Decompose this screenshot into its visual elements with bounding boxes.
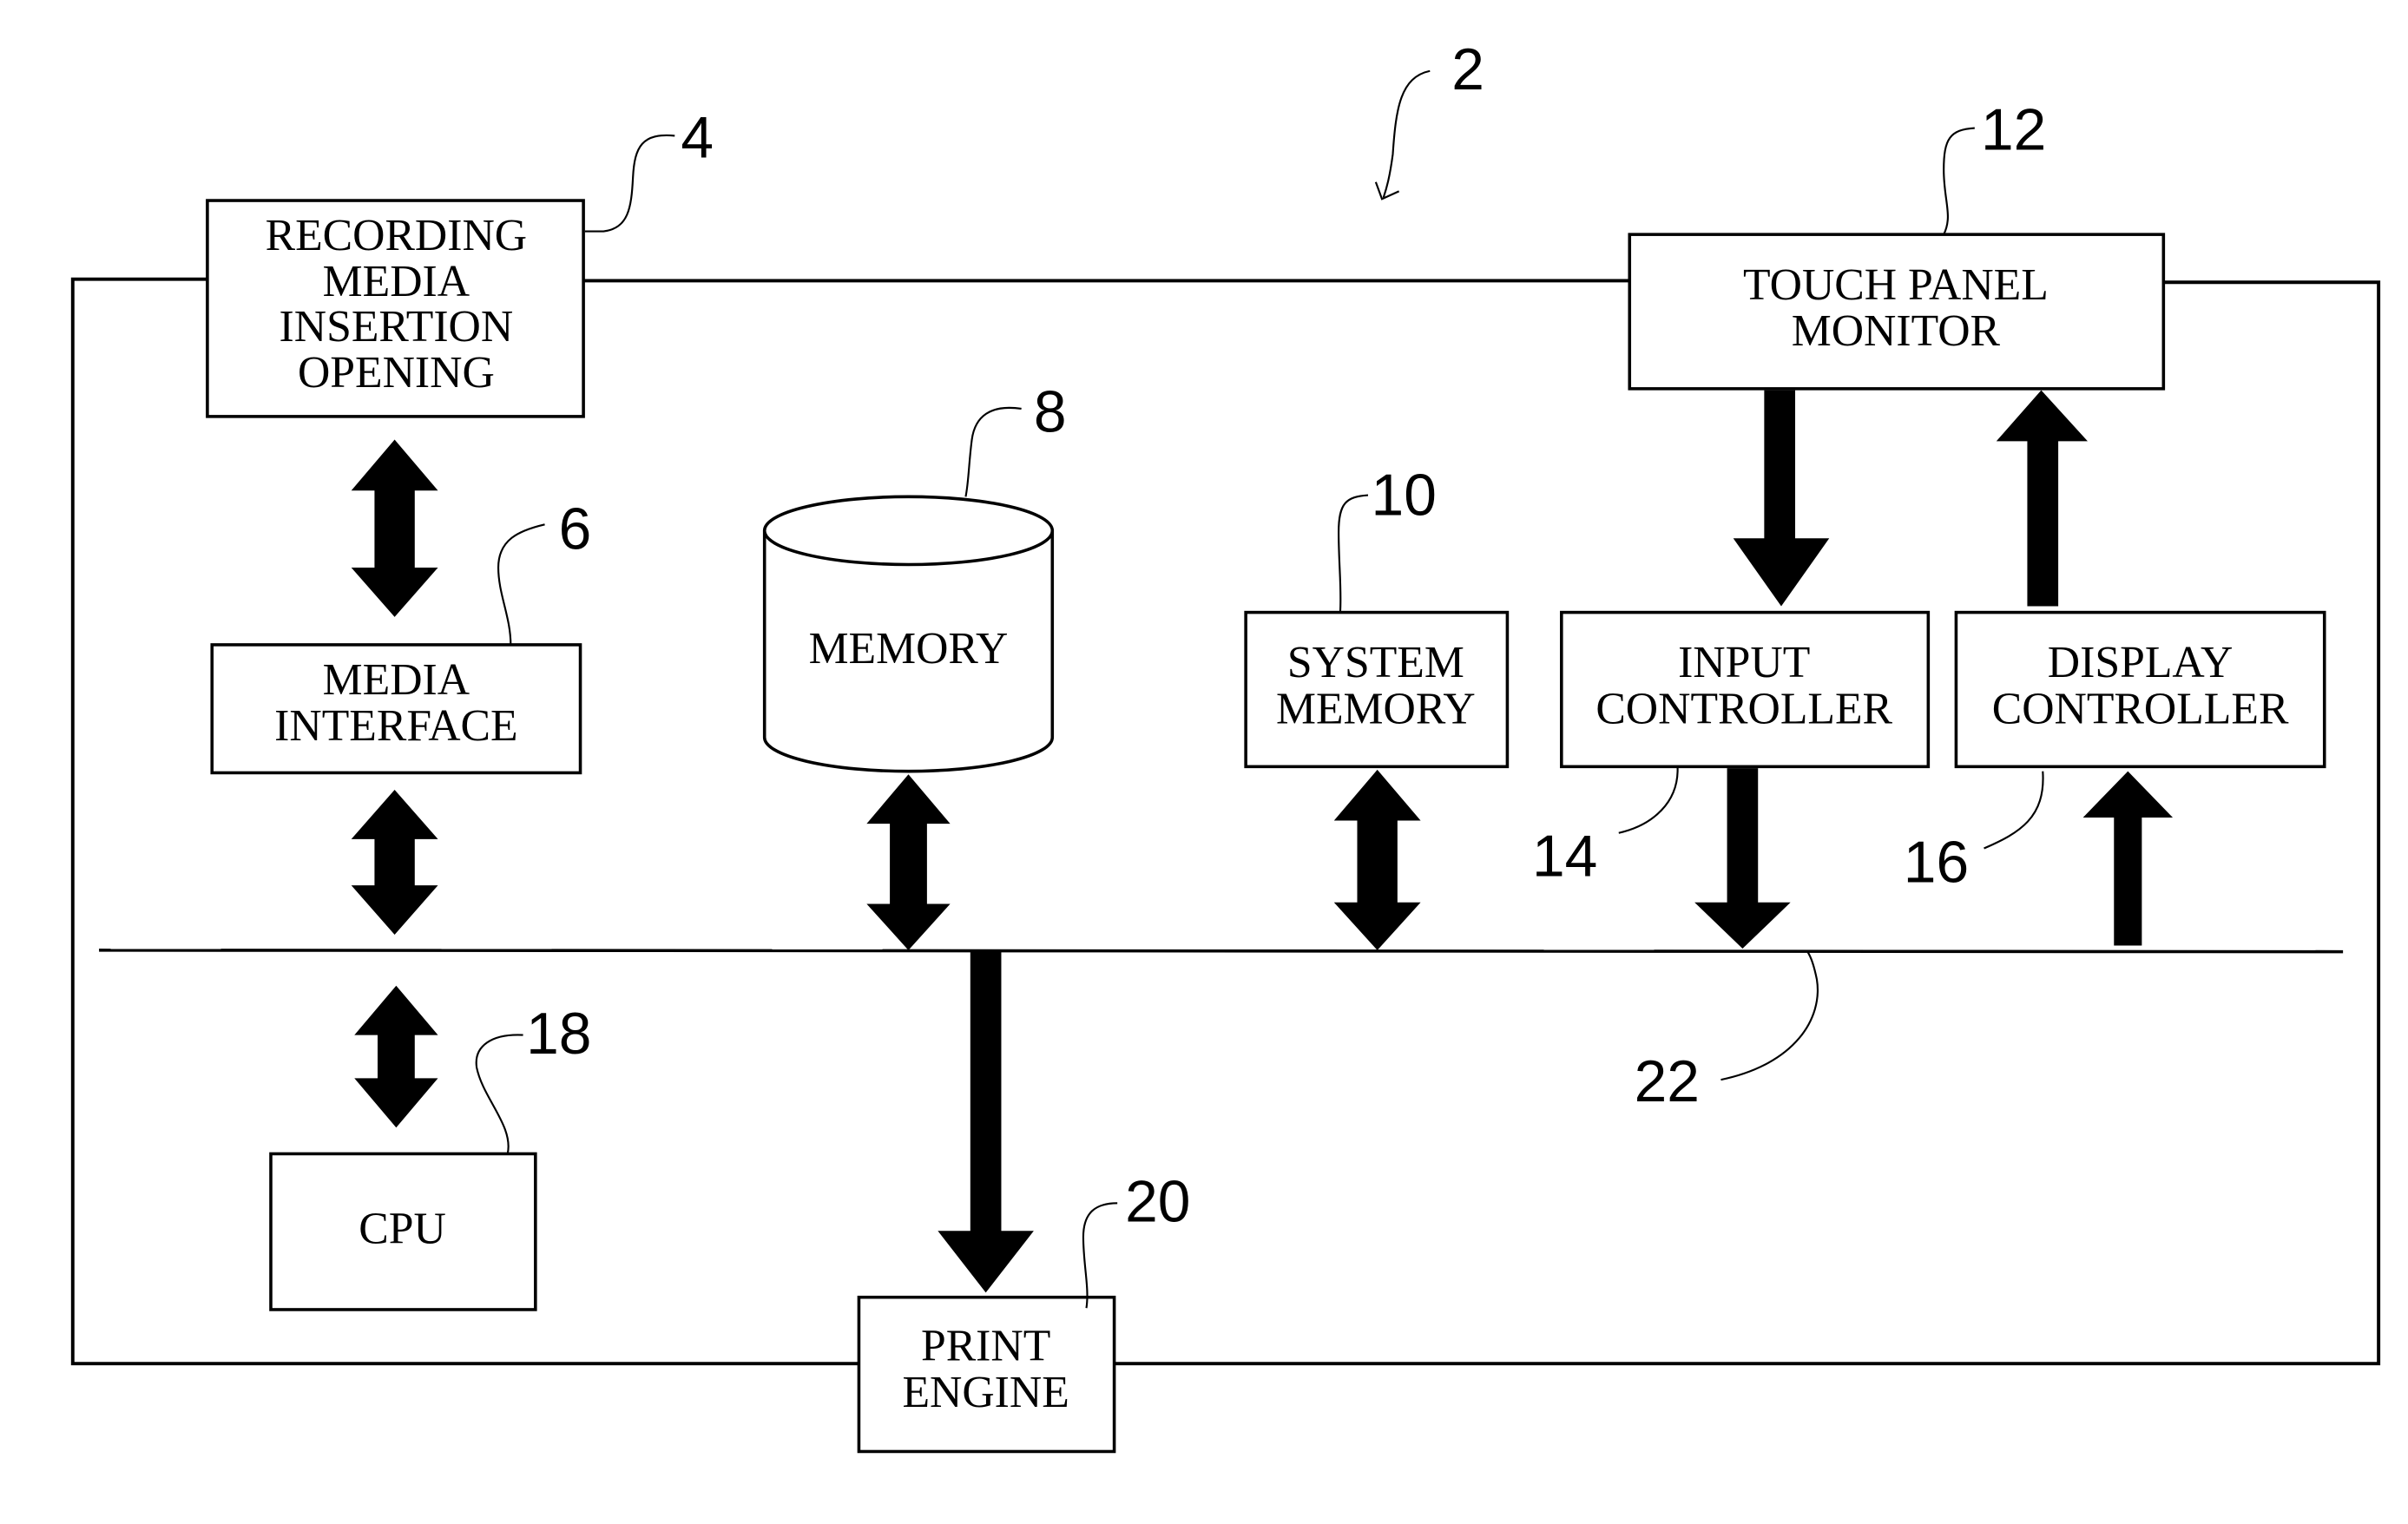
system-bus	[99, 949, 2344, 954]
block-recording-media-insertion-opening: RECORDING MEDIA INSERTION OPENING	[206, 199, 585, 418]
block-memory: MEMORY	[762, 495, 1055, 773]
leader-touch-panel	[1943, 127, 1975, 235]
block-label-line: PRINT	[921, 1322, 1050, 1371]
block-label-line: INPUT	[1678, 638, 1810, 687]
block-label-line: MEMORY	[1276, 685, 1476, 734]
ref-system-memory: 10	[1372, 463, 1437, 529]
block-label-line: CONTROLLER	[1992, 685, 2289, 734]
block-label-line: RECORDING	[266, 211, 528, 260]
block-touch-panel-monitor: TOUCH PANEL MONITOR	[1628, 233, 2166, 391]
arrow-bus-to-print-engine	[938, 951, 1034, 1293]
double-arrow-memory-bus	[866, 774, 951, 950]
arrow-bus-to-display-controller	[2082, 771, 2174, 946]
ref-touch-panel: 12	[1981, 97, 2046, 162]
block-cpu: CPU	[269, 1152, 537, 1311]
leader-system-memory	[1338, 494, 1369, 613]
arrow-touch-panel-to-input-controller	[1733, 390, 1830, 607]
block-label-line: MEDIA	[323, 655, 470, 705]
block-label-line: CONTROLLER	[1595, 685, 1892, 734]
block-label-line: DISPLAY	[2048, 638, 2234, 687]
block-label-line: MEMORY	[809, 624, 1009, 673]
leader-display-controller	[1984, 771, 2044, 850]
block-label-line: MEDIA	[323, 257, 470, 306]
leader-print-engine	[1082, 1202, 1118, 1309]
leader-memory	[964, 406, 1022, 497]
double-arrow-system-memory-bus	[1333, 769, 1421, 950]
ref-recording: 4	[681, 105, 714, 170]
leader-cpu	[475, 1034, 523, 1154]
double-arrow-media-interface-bus	[351, 789, 438, 936]
block-label-line: INTERFACE	[274, 701, 517, 751]
leader-device	[1382, 69, 1431, 198]
double-arrow-recording-media-interface	[351, 439, 438, 617]
ref-media-interface: 6	[559, 497, 592, 562]
leader-input-controller	[1618, 766, 1679, 834]
block-input-controller: INPUT CONTROLLER	[1560, 610, 1931, 769]
block-label-line: MONITOR	[1792, 306, 2001, 356]
ref-cpu: 18	[526, 1002, 591, 1067]
block-print-engine: PRINT ENGINE	[857, 1295, 1116, 1454]
ref-input-controller: 14	[1532, 824, 1597, 890]
block-label-line: ENGINE	[902, 1368, 1069, 1417]
block-label-line: SYSTEM	[1287, 638, 1464, 687]
ref-display-controller: 16	[1904, 831, 1969, 896]
block-system-memory: SYSTEM MEMORY	[1244, 610, 1510, 769]
leader-recording	[584, 134, 675, 233]
ref-bus: 22	[1635, 1049, 1700, 1114]
block-display-controller: DISPLAY CONTROLLER	[1954, 610, 2326, 769]
block-label-line: OPENING	[298, 348, 495, 397]
double-arrow-bus-cpu	[354, 985, 438, 1128]
block-media-interface: MEDIA INTERFACE	[210, 643, 582, 775]
arrow-display-controller-to-touch-panel	[1996, 390, 2088, 607]
leader-media-interface	[497, 523, 545, 645]
ref-print-engine: 20	[1125, 1170, 1190, 1235]
ref-memory: 8	[1034, 380, 1067, 445]
leader-bus	[1720, 951, 1819, 1081]
block-label-line: INSERTION	[280, 302, 514, 351]
block-label-line: TOUCH PANEL	[1743, 260, 2049, 310]
arrow-input-controller-to-bus	[1694, 768, 1791, 949]
block-diagram: 2 RECORDING MEDIA INSERTION OPENING 4 ME…	[70, 37, 2381, 1454]
ref-device: 2	[1451, 37, 1484, 102]
block-label-line: CPU	[359, 1205, 446, 1254]
